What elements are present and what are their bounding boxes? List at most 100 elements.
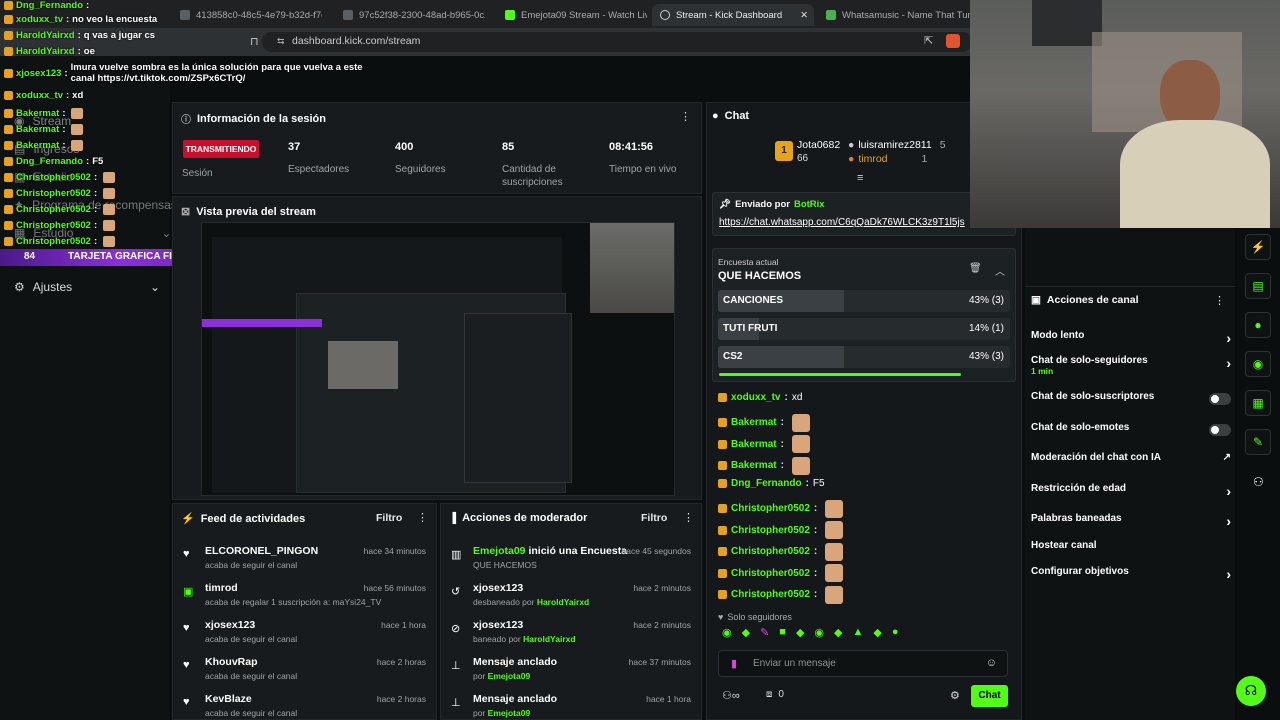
chat-rail-icon[interactable]: ●	[1245, 312, 1271, 338]
emote-icon[interactable]: ◆	[742, 626, 750, 644]
channel-action-row[interactable]: Configurar objetivos ›	[1031, 566, 1231, 586]
chat-username[interactable]: Christopher0502	[731, 503, 810, 514]
chat-input[interactable]: ▮ Enviar un mensaje ☺	[718, 650, 1008, 677]
emote-icon[interactable]: ▲	[853, 626, 864, 644]
emote-icon[interactable]: ●	[892, 626, 899, 644]
chat-username[interactable]: Christopher0502	[731, 568, 810, 579]
layout-rail-icon[interactable]: ▦	[1245, 390, 1271, 416]
users-rail-icon[interactable]: ⚇	[1253, 475, 1264, 489]
brave-icon[interactable]	[946, 34, 960, 48]
gear-icon[interactable]: ⚙	[950, 689, 960, 702]
expand-icon[interactable]: ≡	[857, 172, 863, 184]
browser-tab[interactable]: Whatsamusic - Name That Tune, Gu	[818, 4, 970, 26]
close-tab-icon[interactable]: ✕	[800, 10, 808, 21]
toggle-switch[interactable]	[1209, 393, 1231, 405]
chat-message[interactable]: Christopher0502:	[718, 542, 844, 561]
send-chat-button[interactable]: Chat	[971, 685, 1008, 707]
channel-action-row[interactable]: Hostear canal	[1031, 540, 1231, 560]
activity-row[interactable]: ♥ ELCORONEL_PINGON acaba de seguir el cana…	[173, 542, 436, 579]
chat-username[interactable]: Christopher0502	[731, 525, 810, 536]
share-icon[interactable]: ⇱	[924, 34, 933, 47]
gifter-row-3[interactable]: ● timrod 1	[848, 153, 927, 165]
mod-filter-button[interactable]: Filtro	[641, 512, 667, 524]
channel-action-row[interactable]: Palabras baneadas ›	[1031, 513, 1231, 533]
chat-message[interactable]: Bakermat:	[718, 435, 810, 453]
chat-message[interactable]: Christopher0502:	[718, 585, 844, 604]
url-field[interactable]: dashboard.kick.com/stream	[262, 32, 972, 52]
chevron-up-icon[interactable]: ︿	[995, 263, 1005, 278]
mod-action-row[interactable]: ▥ Emejota09 inició una Encuesta QUE HACEMO…	[441, 542, 701, 579]
chat-username[interactable]: Christopher0502	[731, 589, 810, 600]
activity-row[interactable]: ▣ timrod acaba de regalar 1 suscripción a:…	[173, 579, 436, 616]
chat-message[interactable]: Bakermat:	[718, 456, 810, 475]
emote-icon[interactable]: ◆	[834, 626, 842, 644]
points-counter[interactable]: ⧈ 0	[766, 689, 784, 700]
chat-username[interactable]: Dng_Fernando	[731, 478, 802, 489]
chat-message[interactable]: xoduxx_tv: xd	[718, 392, 802, 403]
activity-filter-button[interactable]: Filtro	[376, 512, 402, 524]
mod-action-by[interactable]: Emejota09	[488, 708, 531, 718]
mod-action-by[interactable]: HaroldYairxd	[523, 634, 575, 644]
emote-icon[interactable]: ◆	[796, 626, 804, 644]
more-icon[interactable]: ⋮	[1214, 294, 1225, 307]
poll-option[interactable]: TUTI FRUTI 14% (1)	[718, 318, 1010, 340]
emote-icon[interactable]: ◉	[814, 626, 824, 644]
chat-message[interactable]: Christopher0502:	[718, 564, 844, 582]
site-info-icon[interactable]: ⇆	[277, 36, 285, 47]
channel-action-row[interactable]: Restricción de edad ›	[1031, 483, 1231, 503]
chat-message[interactable]: Christopher0502:	[718, 521, 844, 539]
channel-action-row[interactable]: Modo lento ›	[1031, 330, 1231, 350]
chat-username[interactable]: Bakermat	[731, 439, 777, 450]
notes-rail-icon[interactable]: ▤	[1245, 273, 1271, 299]
mod-action-row[interactable]: ⊥ Mensaje anclado por Emejota09 hace 1 hora	[441, 690, 701, 719]
channel-action-row[interactable]: Chat de solo-emotes	[1031, 422, 1231, 442]
mod-action-by[interactable]: HaroldYairxd	[537, 597, 589, 607]
poll-option[interactable]: CS2 43% (3)	[718, 346, 1010, 368]
channel-action-row[interactable]: Chat de solo-suscriptores	[1031, 391, 1231, 411]
emote-icon[interactable]: ■	[779, 626, 786, 644]
chat-message[interactable]: Dng_Fernando: F5	[718, 478, 825, 489]
broadcast-rail-icon[interactable]: ◉	[1245, 351, 1271, 377]
emote-icon[interactable]: ✎	[760, 626, 769, 644]
emote-icon[interactable]: ◆	[873, 626, 881, 644]
more-icon[interactable]: ⋮	[417, 511, 428, 524]
poll-option[interactable]: CANCIONES 43% (3)	[718, 290, 1010, 312]
bolt-rail-icon[interactable]: ⚡	[1245, 234, 1271, 260]
gifter-row-2[interactable]: ● luisramirez2811 5	[848, 139, 946, 151]
mod-action-row[interactable]: ↺ xjosex123 desbaneado por HaroldYairxd hac…	[441, 579, 701, 616]
chat-message[interactable]: Christopher0502:	[718, 499, 844, 518]
channel-action-row[interactable]: Chat de solo-seguidores 1 min ›	[1031, 355, 1231, 376]
channel-action-row[interactable]: Moderación del chat con IA ↗	[1031, 452, 1231, 472]
support-icon[interactable]: ☊	[1236, 676, 1266, 706]
mod-action-row[interactable]: ⊥ Mensaje anclado por Emejota09 hace 37 min…	[441, 653, 701, 690]
emote-icon[interactable]: ◉	[722, 626, 732, 644]
chat-username[interactable]: Christopher0502	[731, 546, 810, 557]
chat-username[interactable]: xoduxx_tv	[731, 392, 780, 403]
users-icon[interactable]: ⚇∞	[722, 689, 740, 702]
activity-row[interactable]: ♥ xjosex123 acaba de seguir el canal hace 1…	[173, 616, 436, 653]
nav-ajustes[interactable]: ⚙ Ajustes ⌄	[14, 280, 160, 294]
mod-action-row[interactable]: ⊘ xjosex123 baneado por HaroldYairxd hace 2…	[441, 616, 701, 653]
mic-icon[interactable]: ▮	[731, 657, 737, 670]
wrench-rail-icon[interactable]: ✎	[1245, 429, 1271, 455]
bookmark-icon[interactable]: ⊓	[250, 35, 259, 48]
trash-icon[interactable]: 🗑︎	[969, 263, 982, 274]
browser-tab-active[interactable]: Stream - Kick Dashboard ✕	[652, 4, 814, 26]
more-icon[interactable]: ⋮	[683, 511, 694, 524]
stream-preview-video[interactable]	[201, 222, 675, 496]
pinned-link[interactable]: https://chat.whatsapp.com/C6qQaDk76WLCK3…	[719, 217, 1011, 228]
activity-row[interactable]: ♥ KhouvRap acaba de seguir el canal hace 2 …	[173, 653, 436, 690]
chat-username[interactable]: Bakermat	[731, 417, 777, 428]
browser-tab[interactable]: 413858c0-48c5-4e79-b32d-f7eadb1	[172, 4, 322, 26]
chat-username[interactable]: Bakermat	[731, 460, 777, 471]
activity-row[interactable]: ♥ KevBlaze acaba de seguir el canal hace 2 …	[173, 690, 436, 719]
emoji-icon[interactable]: ☺	[986, 657, 997, 669]
top-gifter-name[interactable]: Jota0682	[797, 139, 840, 151]
browser-tab[interactable]: Emejota09 Stream - Watch Live o	[497, 4, 647, 26]
pinned-user[interactable]: BotRix	[794, 199, 825, 210]
mod-action-by[interactable]: Emejota09	[488, 671, 531, 681]
chat-message[interactable]: Bakermat:	[718, 413, 810, 432]
browser-tab[interactable]: 97c52f38-2300-48ad-b965-0c212b6	[335, 4, 485, 26]
more-icon[interactable]: ⋮	[680, 110, 691, 123]
toggle-switch[interactable]	[1209, 424, 1231, 436]
